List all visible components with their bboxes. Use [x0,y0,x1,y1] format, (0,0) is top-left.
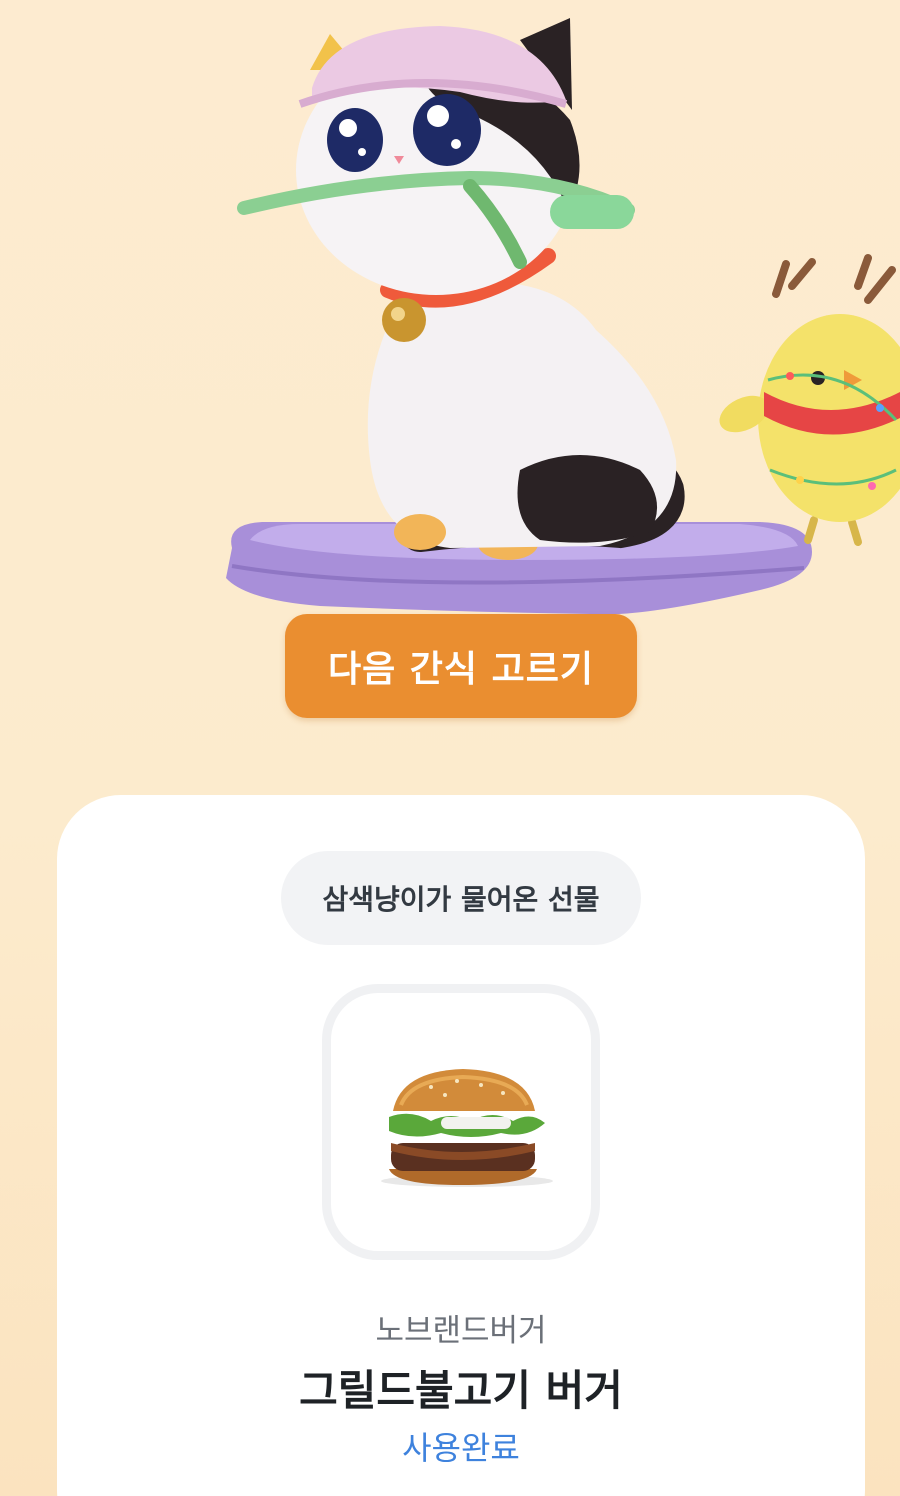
product-thumbnail[interactable] [322,984,600,1260]
product-name: 그릴드불고기 버거 [299,1366,623,1415]
chick-reindeer-icon [719,254,900,546]
gift-header-badge: 삼색냥이가 물어온 선물 [281,851,641,945]
product-brand: 노브랜드버거 [375,1313,547,1349]
next-snack-button[interactable]: 다음 간식 고르기 [285,614,637,718]
character-scene [226,18,900,615]
burger-image-icon [381,1069,553,1187]
calico-cat-icon [237,18,685,560]
usage-status: 사용완료 [402,1429,520,1467]
gift-card: 삼색냥이가 물어온 선물 노브랜드버거 그릴드불고기 버거 사용완료 [57,795,865,1496]
